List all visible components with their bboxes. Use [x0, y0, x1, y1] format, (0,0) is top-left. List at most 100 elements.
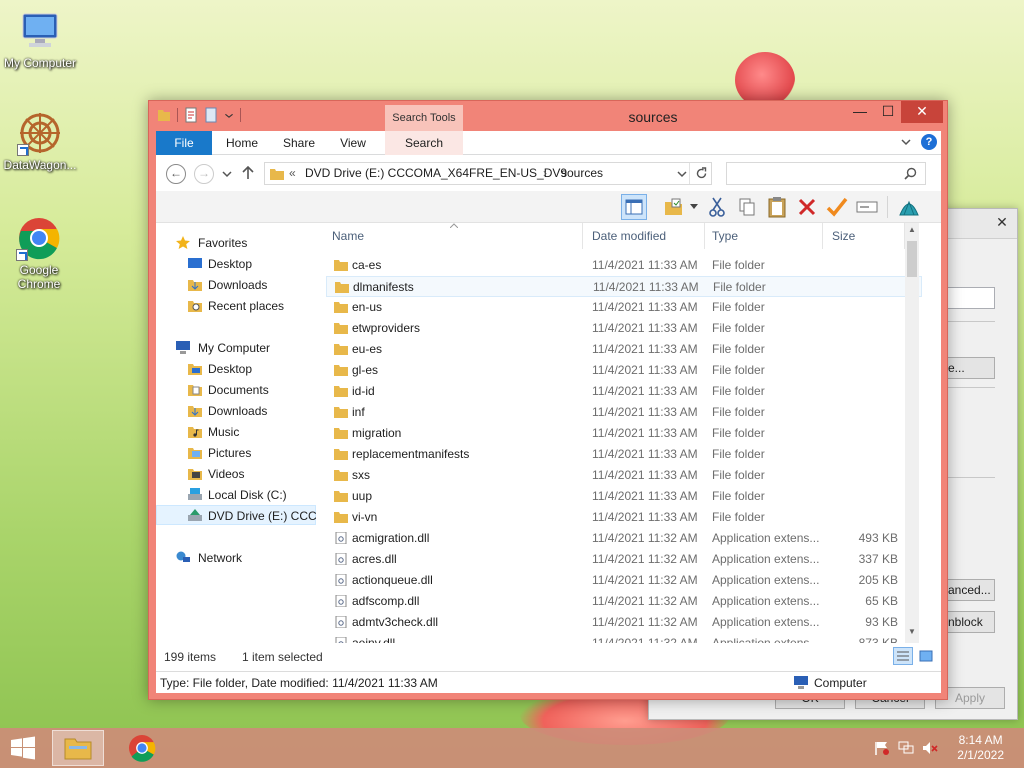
table-row[interactable]: aeinv.dll 11/4/2021 11:32 AM Application e… [326, 633, 922, 643]
column-header-date[interactable]: Date modified [592, 229, 666, 243]
nav-network[interactable]: Network [156, 548, 316, 568]
network-tray-icon[interactable] [898, 741, 914, 755]
help-icon[interactable]: ? [921, 134, 937, 150]
taskbar-file-explorer[interactable] [52, 730, 104, 766]
scroll-down-arrow-icon[interactable]: ▼ [905, 625, 919, 639]
paste-icon[interactable] [764, 194, 790, 220]
large-icons-view-button[interactable] [916, 647, 936, 665]
nav-item-dvd-drive[interactable]: DVD Drive (E:) CCCC [156, 505, 316, 525]
window-titlebar[interactable]: Search Tools sources — ☐ ✕ [149, 101, 947, 131]
nav-item-videos[interactable]: Videos [156, 464, 316, 484]
up-arrow-icon[interactable] [242, 166, 254, 180]
delete-icon[interactable] [794, 194, 820, 220]
action-center-flag-icon[interactable] [874, 741, 890, 755]
column-header-size[interactable]: Size [832, 229, 855, 243]
tab-search[interactable]: Search [385, 131, 463, 155]
documents-folder-icon [188, 385, 202, 396]
tab-file[interactable]: File [156, 131, 212, 155]
properties-folder-icon[interactable] [661, 194, 687, 220]
address-overflow-chevron[interactable]: « [289, 163, 296, 184]
details-view-button[interactable] [893, 647, 913, 665]
nav-my-computer[interactable]: My Computer [156, 338, 316, 358]
maximize-button[interactable]: ☐ [873, 101, 903, 123]
nav-item-downloads[interactable]: Downloads [156, 401, 316, 421]
table-row[interactable]: acres.dll 11/4/2021 11:32 AM Application e… [326, 549, 922, 570]
table-row[interactable]: actionqueue.dll 11/4/2021 11:32 AM Applica… [326, 570, 922, 591]
desktop-icon-chrome[interactable]: Google Chrome [0, 215, 78, 291]
refresh-icon[interactable] [695, 167, 708, 180]
scrollbar-thumb[interactable] [907, 241, 917, 277]
back-button[interactable]: ← [166, 164, 186, 184]
table-row[interactable]: dlmanifests 11/4/2021 11:33 AM File folder [326, 276, 922, 297]
table-row[interactable]: eu-es 11/4/2021 11:33 AM File folder [326, 339, 922, 360]
advanced-button[interactable]: anced... [943, 579, 995, 601]
table-row[interactable]: vi-vn 11/4/2021 11:33 AM File folder [326, 507, 922, 528]
nav-item-documents[interactable]: Documents [156, 380, 316, 400]
table-row[interactable]: id-id 11/4/2021 11:33 AM File folder [326, 381, 922, 402]
desktop-icon-label: DataWagon... [3, 158, 77, 172]
table-row[interactable]: sxs 11/4/2021 11:33 AM File folder [326, 465, 922, 486]
search-input[interactable] [726, 162, 926, 185]
table-row[interactable]: en-us 11/4/2021 11:33 AM File folder [326, 297, 922, 318]
divider [582, 223, 583, 249]
breadcrumb-segment[interactable]: sources [561, 163, 603, 184]
minimize-button[interactable]: — [845, 101, 875, 123]
table-row[interactable]: inf 11/4/2021 11:33 AM File folder [326, 402, 922, 423]
file-list[interactable]: Name Date modified Type Size ca-es 11/4/2… [326, 223, 922, 643]
scroll-up-arrow-icon[interactable]: ▲ [905, 223, 919, 237]
address-bar[interactable]: « DVD Drive (E:) CCCOMA_X64FRE_EN-US_DV9… [264, 162, 712, 185]
dialog-button-partial[interactable]: e... [943, 357, 995, 379]
rename-icon[interactable] [854, 194, 880, 220]
tab-view[interactable]: View [330, 131, 376, 155]
column-header-name[interactable]: Name [332, 229, 364, 243]
nav-item-pictures[interactable]: Pictures [156, 443, 316, 463]
copy-icon[interactable] [734, 194, 760, 220]
dialog-close-button[interactable]: ✕ [991, 213, 1013, 231]
chevron-down-icon[interactable] [690, 204, 698, 210]
nav-item-music[interactable]: Music [156, 422, 316, 442]
unblock-button[interactable]: nblock [943, 611, 995, 633]
nav-item-local-disk[interactable]: Local Disk (C:) [156, 485, 316, 505]
nav-favorites[interactable]: Favorites [156, 233, 316, 253]
recent-locations-chevron-icon[interactable] [222, 169, 232, 179]
nav-item-desktop[interactable]: Desktop [156, 254, 316, 274]
tab-share[interactable]: Share [274, 131, 324, 155]
dialog-text-field[interactable] [943, 287, 995, 309]
explorer-window[interactable]: Search Tools sources — ☐ ✕ File Home Sha… [148, 100, 948, 700]
checkmark-icon[interactable] [824, 194, 850, 220]
desktop-icon-my-computer[interactable]: My Computer [0, 8, 80, 70]
table-row[interactable]: acmigration.dll 11/4/2021 11:32 AM Applica… [326, 528, 922, 549]
table-row[interactable]: replacementmanifests 11/4/2021 11:33 AM Fi… [326, 444, 922, 465]
breadcrumb-separator[interactable]: › [543, 163, 547, 184]
tab-home[interactable]: Home [218, 131, 266, 155]
table-row[interactable]: uup 11/4/2021 11:33 AM File folder [326, 486, 922, 507]
table-row[interactable]: adfscomp.dll 11/4/2021 11:32 AM Applicatio… [326, 591, 922, 612]
table-row[interactable]: admtv3check.dll 11/4/2021 11:32 AM Applica… [326, 612, 922, 633]
cut-icon[interactable] [704, 194, 730, 220]
desktop-icon-datawagon[interactable]: DataWagon... [0, 110, 80, 172]
shell-icon[interactable] [896, 194, 922, 220]
file-type: File folder [712, 468, 765, 482]
table-row[interactable]: ca-es 11/4/2021 11:33 AM File folder [326, 255, 922, 276]
table-row[interactable]: migration 11/4/2021 11:33 AM File folder [326, 423, 922, 444]
nav-item-desktop[interactable]: Desktop [156, 359, 316, 379]
column-header-type[interactable]: Type [712, 229, 738, 243]
address-dropdown-icon[interactable] [677, 170, 687, 178]
taskbar-clock[interactable]: 8:14 AM 2/1/2022 [957, 733, 1004, 763]
preview-pane-icon[interactable] [621, 194, 647, 220]
vertical-scrollbar[interactable]: ▲ ▼ [905, 223, 919, 643]
music-folder-icon [188, 427, 202, 438]
breadcrumb-segment[interactable]: DVD Drive (E:) CCCOMA_X64FRE_EN-US_DV9 [305, 163, 567, 184]
chevron-down-icon[interactable] [901, 137, 911, 147]
table-row[interactable]: gl-es 11/4/2021 11:33 AM File folder [326, 360, 922, 381]
forward-button[interactable]: → [194, 164, 214, 184]
close-button[interactable]: ✕ [901, 101, 943, 123]
volume-muted-icon[interactable] [922, 741, 938, 755]
table-row[interactable]: etwproviders 11/4/2021 11:33 AM File folde… [326, 318, 922, 339]
taskbar-chrome[interactable] [116, 730, 168, 766]
file-date: 11/4/2021 11:32 AM [592, 636, 698, 643]
nav-label: Videos [208, 467, 245, 481]
nav-item-downloads[interactable]: Downloads [156, 275, 316, 295]
start-button[interactable] [8, 736, 38, 760]
nav-item-recent-places[interactable]: Recent places [156, 296, 316, 316]
